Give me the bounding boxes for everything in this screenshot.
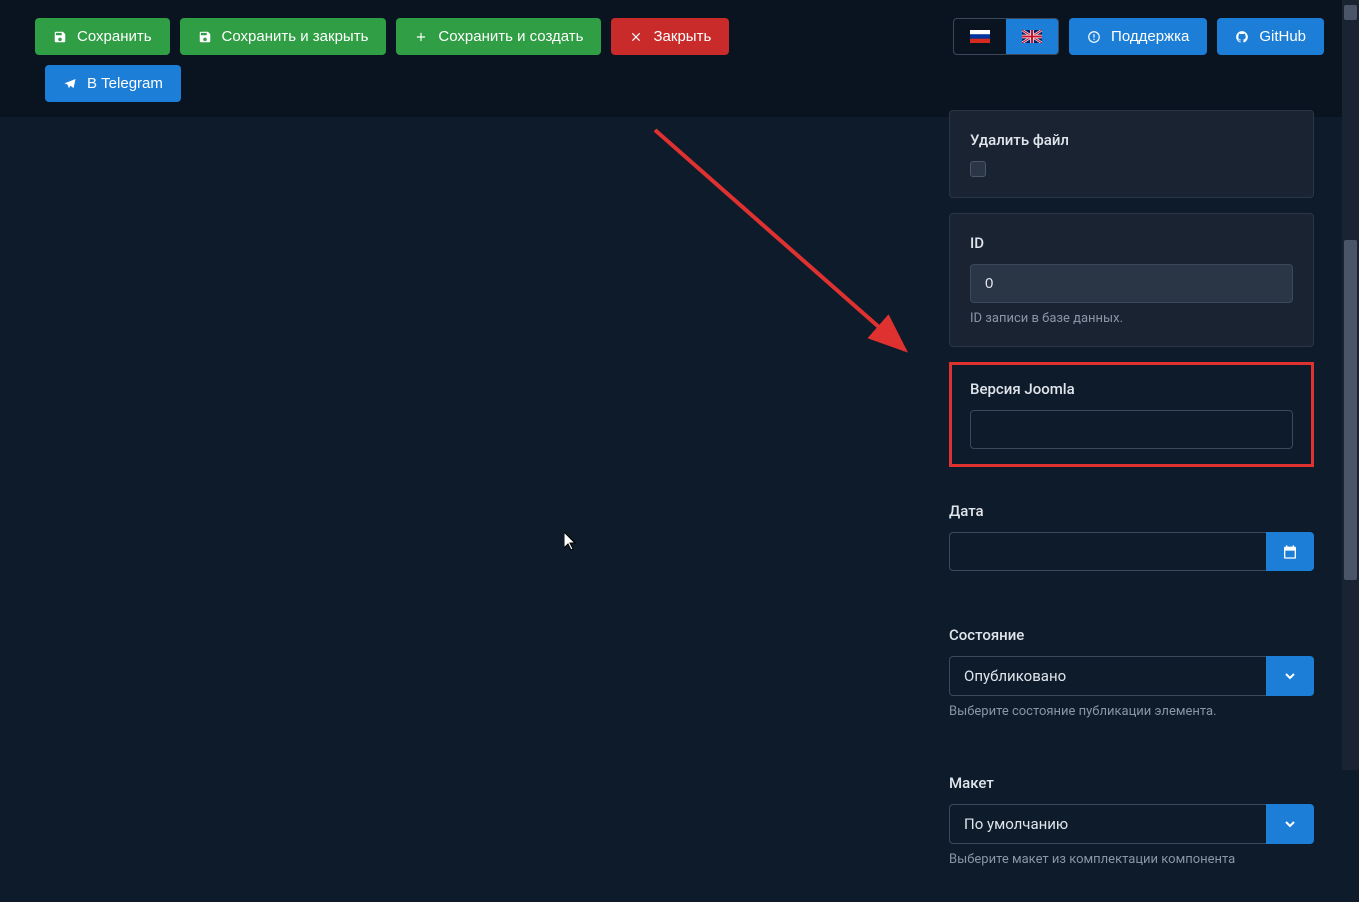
close-label: Закрыть (653, 28, 711, 45)
id-field: ID ID записи в базе данных. (949, 213, 1314, 347)
lang-ru-button[interactable] (954, 19, 1006, 54)
state-dropdown-button[interactable] (1266, 656, 1314, 696)
save-new-button[interactable]: Сохранить и создать (396, 18, 601, 55)
joomla-version-highlight: Версия Joomla (949, 362, 1314, 467)
sidebar-form: Удалить файл ID ID записи в базе данных.… (949, 110, 1314, 902)
toolbar-left: Сохранить Сохранить и закрыть Сохранить … (35, 18, 729, 55)
scrollbar-outer[interactable] (1342, 0, 1359, 770)
close-button[interactable]: Закрыть (611, 18, 729, 55)
support-icon (1087, 30, 1101, 44)
layout-dropdown-button[interactable] (1266, 804, 1314, 844)
plus-icon (414, 30, 428, 44)
id-label: ID (970, 234, 1293, 252)
lang-en-button[interactable] (1006, 19, 1058, 54)
support-label: Поддержка (1111, 28, 1189, 45)
save-icon (53, 30, 67, 44)
layout-label: Макет (949, 774, 1314, 792)
telegram-icon (63, 77, 77, 91)
delete-file-label: Удалить файл (970, 131, 1293, 149)
layout-help: Выберите макет из комплектации компонент… (949, 852, 1314, 867)
id-help: ID записи в базе данных. (970, 311, 1293, 326)
save-label: Сохранить (77, 28, 152, 45)
github-button[interactable]: GitHub (1217, 18, 1324, 55)
cursor-icon (564, 532, 580, 552)
flag-uk-icon (1022, 30, 1042, 43)
flag-ru-icon (970, 30, 990, 43)
toolbar: Сохранить Сохранить и закрыть Сохранить … (0, 0, 1359, 65)
date-label: Дата (949, 502, 1314, 520)
delete-file-field: Удалить файл (949, 110, 1314, 198)
layout-field: Макет По умолчанию Выберите макет из ком… (949, 754, 1314, 887)
telegram-label: В Telegram (87, 75, 163, 92)
joomla-version-input[interactable] (970, 410, 1293, 449)
layout-select[interactable]: По умолчанию (949, 804, 1314, 844)
date-picker-button[interactable] (1266, 532, 1314, 571)
arrow-annotation (550, 120, 930, 380)
toolbar-right: Поддержка GitHub (953, 18, 1324, 55)
state-value: Опубликовано (949, 656, 1266, 696)
delete-file-checkbox[interactable] (970, 161, 986, 177)
state-field: Состояние Опубликовано Выберите состояни… (949, 606, 1314, 739)
save-button[interactable]: Сохранить (35, 18, 170, 55)
telegram-button[interactable]: В Telegram (45, 65, 181, 102)
support-button[interactable]: Поддержка (1069, 18, 1207, 55)
layout-value: По умолчанию (949, 804, 1266, 844)
date-field: Дата (949, 482, 1314, 591)
date-input[interactable] (949, 532, 1266, 571)
state-label: Состояние (949, 626, 1314, 644)
language-switcher (953, 18, 1059, 55)
chevron-down-icon (1282, 816, 1298, 832)
close-icon (629, 30, 643, 44)
state-help: Выберите состояние публикации элемента. (949, 704, 1314, 719)
save-close-button[interactable]: Сохранить и закрыть (180, 18, 387, 55)
save-close-label: Сохранить и закрыть (222, 28, 369, 45)
github-icon (1235, 30, 1249, 44)
calendar-icon (1282, 544, 1298, 560)
save-new-label: Сохранить и создать (438, 28, 583, 45)
save-icon (198, 30, 212, 44)
id-input[interactable] (970, 264, 1293, 303)
state-select[interactable]: Опубликовано (949, 656, 1314, 696)
github-label: GitHub (1259, 28, 1306, 45)
joomla-version-label: Версия Joomla (970, 380, 1293, 398)
chevron-down-icon (1282, 668, 1298, 684)
